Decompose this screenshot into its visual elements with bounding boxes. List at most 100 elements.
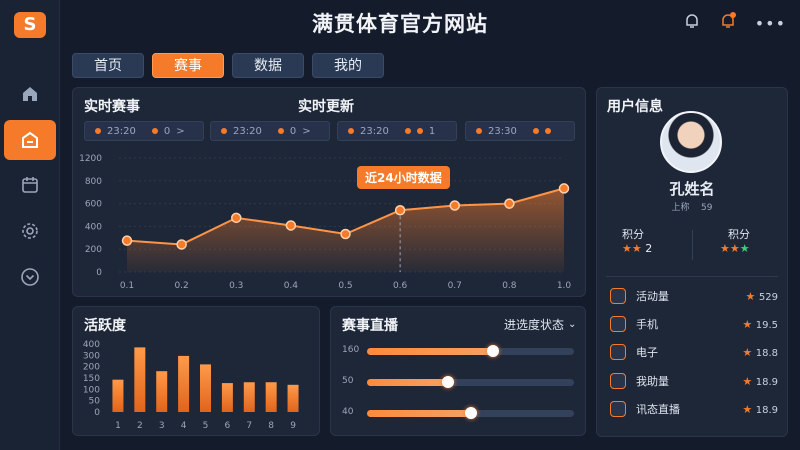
status-dot: [277, 128, 284, 134]
stat-value-wrap: ★ 18.9: [742, 375, 778, 388]
star-icon: ★: [742, 402, 756, 416]
data-point[interactable]: [285, 220, 297, 231]
slider-track[interactable]: [367, 376, 574, 388]
bar[interactable]: [265, 382, 277, 412]
bar[interactable]: [243, 382, 255, 412]
slider-knob[interactable]: [487, 345, 500, 357]
y-tick-label: 200: [83, 363, 100, 373]
data-point[interactable]: [449, 200, 460, 211]
x-tick-label: 1: [115, 421, 121, 431]
status-dot: [221, 128, 227, 134]
x-tick-label: 0.6: [393, 281, 408, 291]
home-icon[interactable]: [10, 74, 50, 114]
slider-knob[interactable]: [441, 376, 454, 388]
match-card[interactable]: 23:20 0 >: [210, 121, 330, 141]
status-dot: [532, 128, 539, 134]
points-right-label: 积分: [728, 228, 750, 241]
match-card[interactable]: 23:20 1: [337, 121, 457, 141]
x-tick-label: 0.7: [448, 281, 462, 291]
bar[interactable]: [221, 383, 233, 412]
stat-value: 19.5: [755, 319, 778, 331]
progress-slider[interactable]: 50: [342, 376, 574, 388]
chevron-down-icon[interactable]: [10, 257, 50, 297]
x-tick-label: 4: [181, 421, 187, 431]
live-events-title: 实时赛事: [84, 99, 140, 115]
calendar-icon[interactable]: [10, 165, 50, 205]
slider-knob[interactable]: [464, 407, 477, 419]
x-tick-label: 0.3: [229, 281, 243, 291]
stat-value: 18.8: [755, 347, 778, 359]
user-stat-row[interactable]: 活动量 ★ 529: [610, 286, 778, 306]
slider-track[interactable]: [367, 345, 574, 357]
data-point[interactable]: [121, 235, 133, 246]
user-stat-row[interactable]: 手机 ★ 19.5: [610, 314, 778, 334]
user-stat-row[interactable]: 我助量 ★ 18.9: [610, 371, 778, 391]
data-point[interactable]: [558, 183, 570, 194]
user-stat-row[interactable]: 讯态直播 ★ 18.9: [610, 399, 778, 419]
x-tick-label: 3: [159, 421, 165, 431]
bar[interactable]: [178, 355, 190, 412]
tab-events[interactable]: 赛事: [152, 53, 224, 78]
y-tick-label: 400: [83, 340, 100, 350]
star-icon: ★: [742, 374, 756, 388]
stat-icon: [610, 288, 626, 304]
stat-label: 手机: [636, 318, 658, 331]
x-tick-label: 6: [225, 421, 231, 431]
slider-fill: [367, 410, 471, 417]
data-point[interactable]: [394, 205, 406, 216]
x-tick-label: 0.1: [120, 281, 134, 291]
points-left: ★★ 2: [622, 242, 653, 255]
notification-icon[interactable]: [719, 12, 737, 34]
star-icon: ★: [742, 317, 756, 331]
y-tick-label: 300: [83, 351, 100, 361]
bar[interactable]: [134, 347, 146, 412]
points-left-label: 积分: [622, 228, 644, 241]
y-tick-label: 100: [83, 385, 100, 395]
y-tick-label: 800: [85, 177, 102, 187]
slider-track[interactable]: [367, 407, 574, 419]
slider-fill: [367, 379, 448, 386]
tab-home[interactable]: 首页: [72, 53, 144, 78]
bar[interactable]: [287, 384, 299, 412]
bar[interactable]: [156, 371, 168, 412]
stat-icon: [610, 401, 626, 417]
avatar[interactable]: [660, 111, 722, 173]
stat-icon: [610, 316, 626, 332]
status-dropdown[interactable]: 进选度状态 ⌄: [504, 316, 576, 333]
star-icon: ★: [742, 345, 756, 359]
match-card[interactable]: 23:20 0 >: [84, 121, 204, 141]
y-tick-label: 0: [96, 268, 102, 278]
data-point[interactable]: [340, 228, 351, 240]
user-stat-row[interactable]: 电子 ★ 18.8: [610, 342, 778, 362]
data-point[interactable]: [231, 212, 242, 224]
gear-icon[interactable]: [10, 211, 50, 251]
bell-icon[interactable]: [683, 12, 701, 34]
bar[interactable]: [112, 379, 124, 412]
user-sub-left: 上称: [671, 203, 690, 213]
events-icon[interactable]: [4, 120, 56, 160]
data-point[interactable]: [176, 239, 187, 250]
stat-value: 18.9: [755, 404, 778, 416]
stat-label: 活动量: [636, 290, 669, 303]
match-extra: 1: [428, 125, 436, 137]
activity-title: 活跃度: [84, 318, 126, 334]
chart-tooltip: 近24小时数据: [357, 166, 450, 189]
tab-mine[interactable]: 我的: [312, 53, 384, 78]
chevron-right-icon: >: [176, 125, 185, 137]
sidebar: S: [0, 0, 60, 450]
y-tick-label: 150: [83, 374, 100, 384]
chevron-down-icon: ⌄: [568, 319, 577, 330]
bar[interactable]: [200, 364, 211, 412]
progress-slider[interactable]: 160: [342, 345, 574, 357]
y-tick-label: 400: [85, 222, 102, 232]
x-tick-label: 7: [246, 421, 252, 431]
progress-slider[interactable]: 40: [342, 407, 574, 419]
divider: [692, 230, 693, 260]
x-tick-label: 2: [137, 421, 143, 431]
star-icon: ★: [745, 289, 759, 303]
match-card[interactable]: 23:30: [465, 121, 575, 141]
stat-value: 529: [758, 291, 778, 303]
data-point[interactable]: [504, 198, 515, 209]
tab-data[interactable]: 数据: [232, 53, 304, 78]
more-icon[interactable]: •••: [755, 14, 786, 33]
